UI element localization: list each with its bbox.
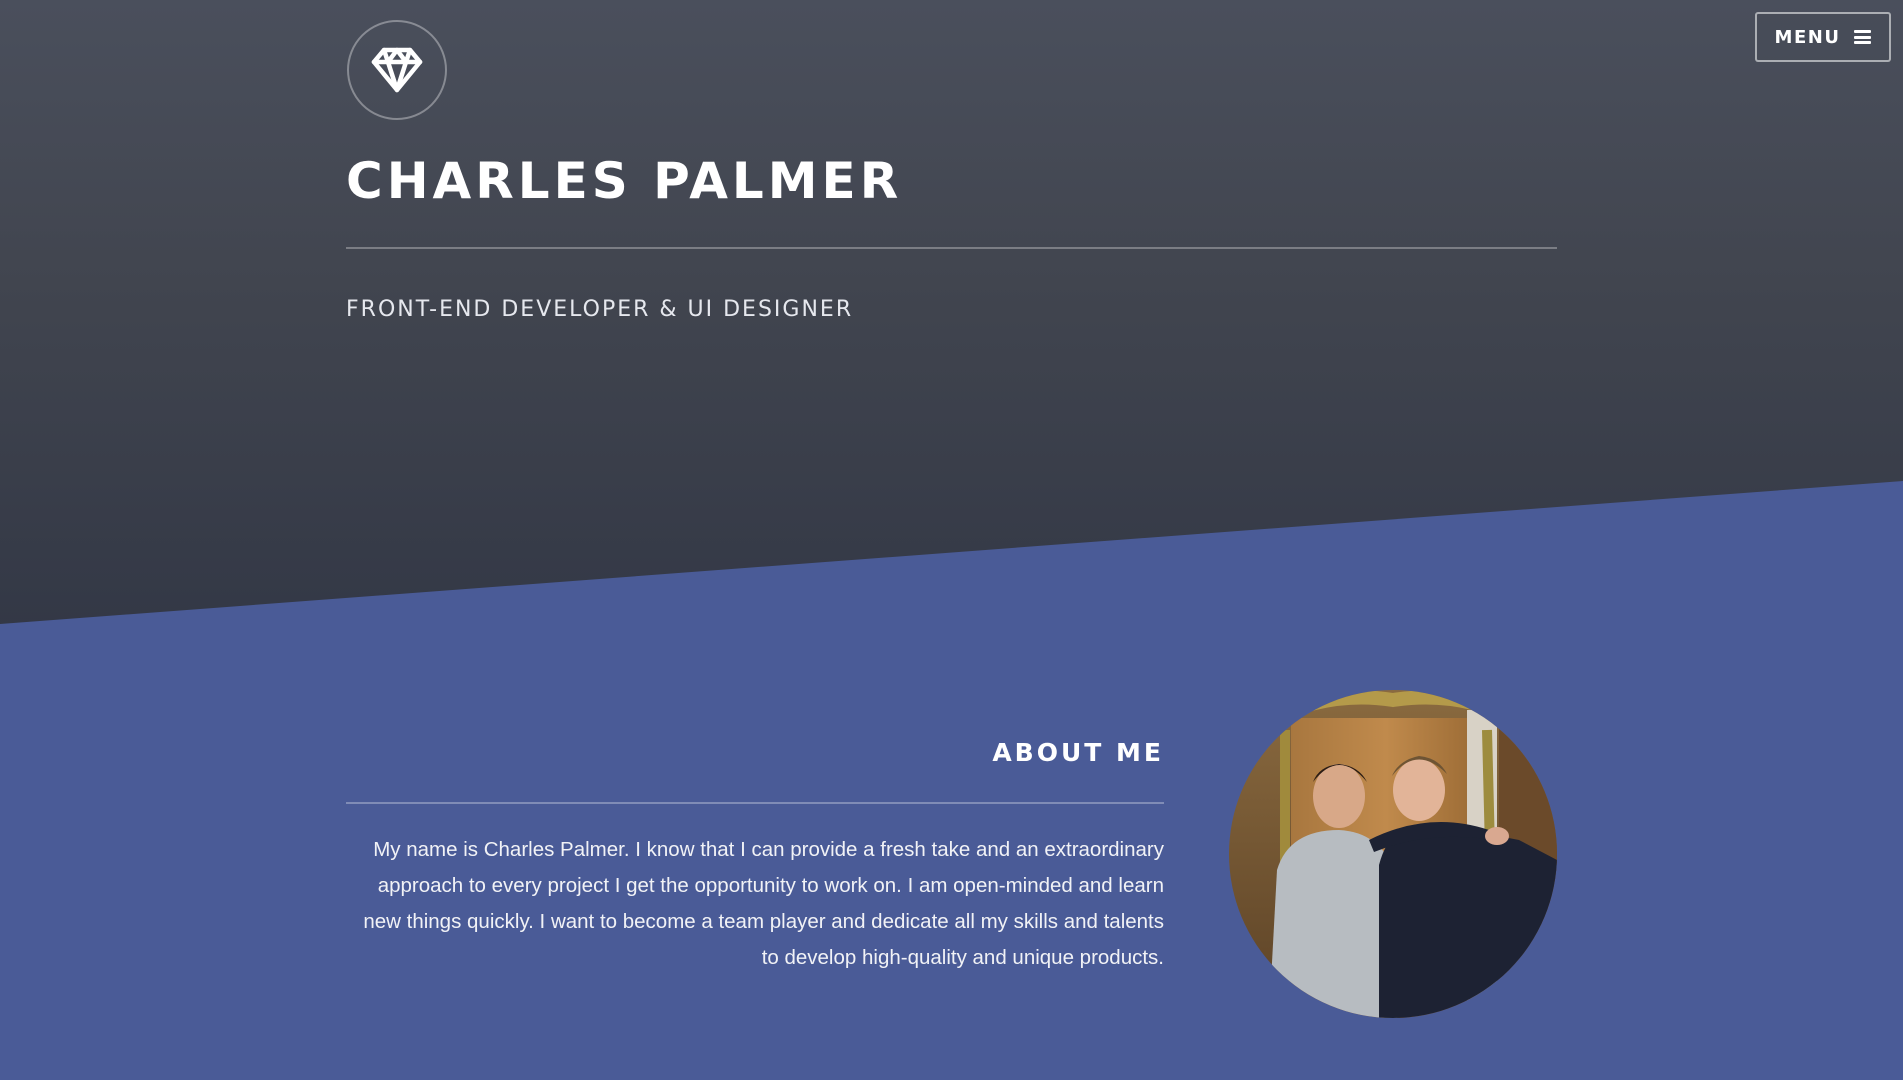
menu-label: MENU — [1774, 26, 1841, 48]
logo[interactable] — [347, 20, 447, 120]
page-title: CHARLES PALMER — [346, 152, 903, 210]
about-heading: ABOUT ME — [992, 738, 1164, 767]
title-divider — [346, 247, 1557, 249]
diamond-icon — [371, 47, 423, 93]
about-text: My name is Charles Palmer. I know that I… — [363, 838, 1164, 969]
about-divider — [346, 802, 1164, 804]
tagline: FRONT-END DEVELOPER & UI DESIGNER — [346, 297, 854, 322]
hamburger-icon — [1854, 30, 1872, 44]
profile-photo — [1229, 690, 1557, 1018]
menu-button[interactable]: MENU — [1755, 12, 1891, 62]
